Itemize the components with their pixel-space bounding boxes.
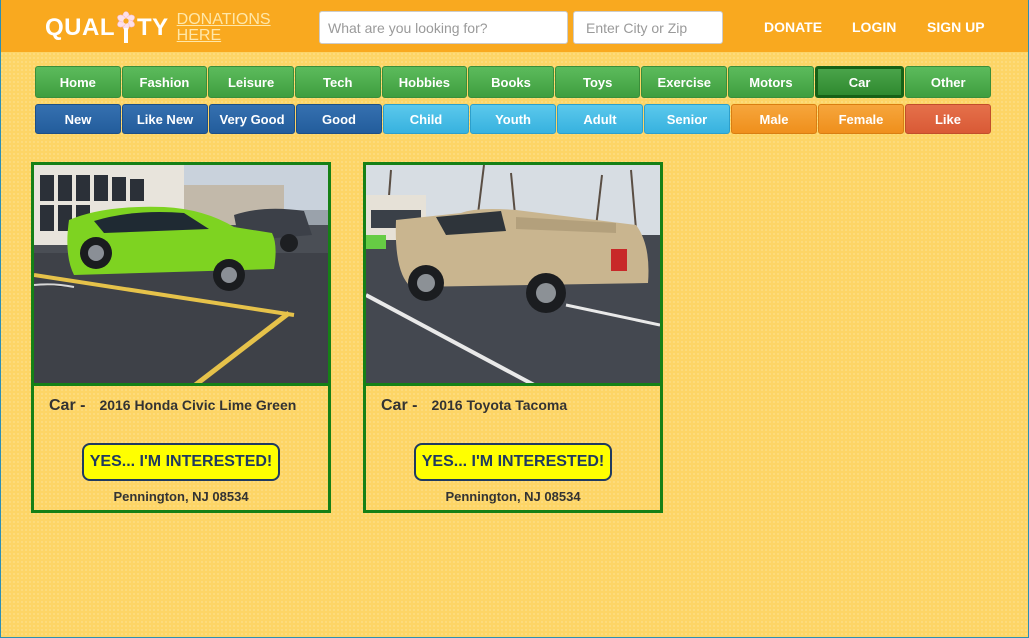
window-frame	[0, 0, 1029, 638]
